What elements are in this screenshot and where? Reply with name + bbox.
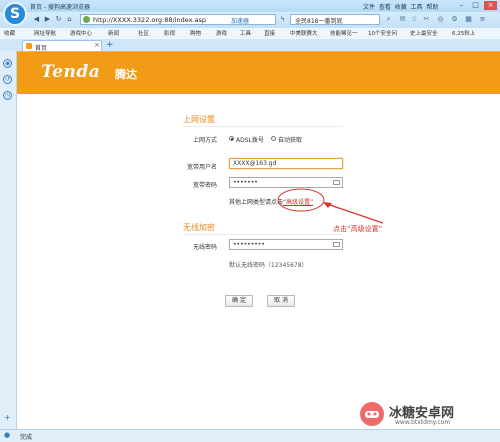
highlight-ellipse — [277, 188, 325, 212]
menu-help[interactable]: 帮助 — [426, 4, 438, 11]
star-icon[interactable]: ☆ — [410, 15, 419, 24]
bookmark-item[interactable]: 6.25秋上 — [452, 29, 475, 37]
maximize-button[interactable]: □ — [469, 1, 482, 10]
browser-sidebar: ◉ ↺ ◷ + — [0, 51, 17, 429]
watermark-url: www.btxtdmy.com — [395, 419, 451, 426]
speed-mode-badge[interactable]: 加速器 — [231, 16, 249, 25]
search-text: 全民818一番到底 — [295, 18, 343, 25]
browser-logo-icon[interactable]: S — [3, 2, 27, 26]
sidebar-add-icon[interactable]: + — [4, 413, 11, 422]
search-input[interactable]: 全民818一番到底 — [290, 14, 380, 25]
status-text: 完成 — [20, 434, 33, 441]
bookmark-item[interactable]: 游戏中心 — [70, 29, 92, 37]
menu-tools[interactable]: 工具 — [411, 4, 423, 11]
tab-bar: 首页 × + — [0, 39, 500, 52]
page-favicon-icon — [26, 43, 32, 49]
window-title: 首页 - 搜狗高速浏览器 — [30, 4, 90, 11]
url-text: http://XXXX.3322.org:88/index.asp — [93, 16, 207, 24]
bookmark-item[interactable]: 直接 — [264, 29, 275, 37]
status-bar: ● 完成 — [0, 429, 500, 442]
bookmark-item[interactable]: 网址导航 — [34, 29, 56, 37]
sidebar-favorites-icon[interactable]: ◉ — [3, 59, 12, 68]
bookmark-item[interactable]: 新闻 — [108, 29, 119, 37]
back-icon[interactable]: ◀ — [32, 15, 41, 24]
bookmark-item[interactable]: 技能稀见一 — [330, 29, 358, 37]
bookmark-item[interactable]: 工具 — [240, 29, 251, 37]
status-icon: ● — [4, 431, 11, 439]
grid-icon[interactable]: ▦ — [464, 15, 473, 24]
tab-title: 首页 — [35, 45, 48, 52]
browser-menu[interactable]: 文件 查看 收藏 工具 帮助 — [363, 2, 438, 11]
translate-icon[interactable]: ◎ — [436, 15, 445, 24]
screenshot-icon[interactable]: ✂ — [422, 15, 431, 24]
url-field[interactable]: http://XXXX.3322.org:88/index.asp 加速器 — [80, 14, 276, 25]
browser-title-bar: 首页 - 搜狗高速浏览器 文件 查看 收藏 工具 帮助 – □ × — [0, 0, 500, 12]
mail-icon[interactable]: ✉ — [398, 15, 407, 24]
gear-icon[interactable]: ⚙ — [450, 15, 459, 24]
sidebar-sync-icon[interactable]: ↺ — [3, 75, 12, 84]
annotation-overlay — [277, 188, 384, 224]
lightning-icon[interactable]: ϟ — [278, 15, 287, 24]
menu-favorites[interactable]: 收藏 — [395, 4, 407, 11]
watermark-logo-icon — [360, 402, 384, 426]
bookmark-item[interactable]: 购物 — [190, 29, 201, 37]
close-window-button[interactable]: × — [484, 1, 497, 10]
annotation-arrow-line — [326, 203, 384, 224]
bookmark-item[interactable]: 中美联赛大 — [290, 29, 318, 37]
close-tab-icon[interactable]: × — [94, 41, 100, 49]
page-content: Tenda 腾达 上网设置 上网方式 ADSL拨号 自动获取 宽带用户名 XXX… — [17, 52, 500, 429]
bookmark-item[interactable]: 游戏 — [216, 29, 227, 37]
menu-file[interactable]: 文件 — [363, 4, 375, 11]
minimize-button[interactable]: – — [455, 1, 468, 10]
menu-icon[interactable]: ≡ — [478, 15, 487, 24]
bookmark-item[interactable]: 10个安全问 — [368, 29, 397, 37]
menu-view[interactable]: 查看 — [379, 4, 391, 11]
bookmark-item[interactable]: 史上最安全 — [410, 29, 438, 37]
address-toolbar: ◀ ▶ ↻ ⌂ http://XXXX.3322.org:88/index.as… — [0, 12, 500, 28]
forward-icon[interactable]: ▶ — [43, 15, 52, 24]
site-icon — [83, 16, 90, 23]
search-icon[interactable]: ⌕ — [384, 15, 393, 24]
bookmark-item[interactable]: 影视 — [164, 29, 175, 37]
tab-home[interactable]: 首页 × — [22, 40, 102, 52]
sidebar-history-icon[interactable]: ◷ — [3, 91, 12, 100]
new-tab-icon[interactable]: + — [106, 40, 114, 50]
refresh-icon[interactable]: ↻ — [54, 15, 63, 24]
annotation-note: 点击“高级设置” — [333, 225, 383, 233]
bookmark-item[interactable]: 社区 — [138, 29, 149, 37]
bookmark-item[interactable]: 收藏 — [4, 29, 15, 37]
home-icon[interactable]: ⌂ — [65, 15, 74, 24]
